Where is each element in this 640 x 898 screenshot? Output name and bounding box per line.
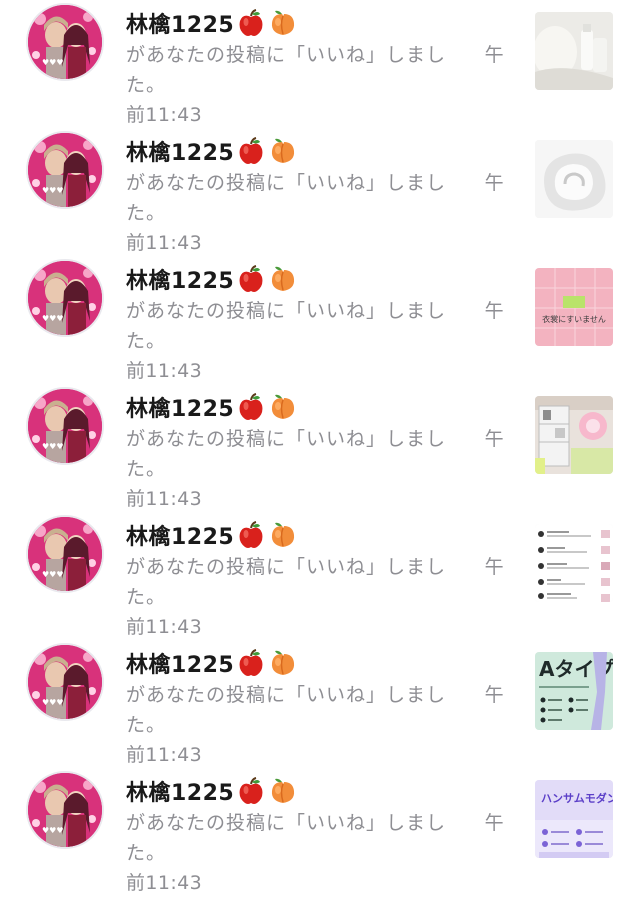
apple-icon (236, 264, 266, 294)
username-line: 林檎1225 (126, 774, 298, 808)
username-link[interactable]: 林檎1225 (126, 391, 234, 423)
svg-text:♥♥♥: ♥♥♥ (42, 570, 64, 579)
post-thumbnail[interactable]: 衣裳にすいません (535, 268, 613, 346)
post-thumbnail[interactable] (535, 140, 613, 218)
action-text: があなたの投稿に「いいね」しました。 (126, 812, 447, 864)
notification-message: 午 があなたの投稿に「いいね」しました。 前11:43 (126, 680, 504, 770)
username-link[interactable]: 林檎1225 (126, 775, 234, 807)
action-text: があなたの投稿に「いいね」しました。 (126, 684, 447, 736)
timestamp-part2: 前11:43 (126, 616, 203, 638)
notification-row[interactable]: ♥♥♥ 林檎1225 午 があなたの投稿に「いいね」しました。 前11:43 (0, 0, 640, 128)
svg-text:♥♥♥: ♥♥♥ (42, 314, 64, 323)
username-line: 林檎1225 (126, 646, 298, 680)
timestamp-part2: 前11:43 (126, 872, 203, 894)
username-line: 林檎1225 (126, 390, 298, 424)
thumbnail-caption: 衣裳にすいません (542, 314, 606, 324)
username-line: 林檎1225 (126, 518, 298, 552)
username-line: 林檎1225 (126, 262, 298, 296)
white-shell-image (535, 140, 613, 218)
timestamp-part1: 午 (484, 556, 504, 578)
timestamp-part1: 午 (484, 172, 504, 194)
username-line: 林檎1225 (126, 134, 298, 168)
notification-row[interactable]: ♥♥♥ 林檎1225 午 があなたの投稿に「いいね」しました。 前11:43 (0, 384, 640, 512)
svg-text:♥♥♥: ♥♥♥ (42, 442, 64, 451)
notification-message: 午 があなたの投稿に「いいね」しました。 前11:43 (126, 40, 504, 130)
notification-row[interactable]: ♥♥♥ 林檎1225 午 があなたの投稿に「いいね」しました。 前11:43 A… (0, 640, 640, 768)
thumbnail-caption: ハンサムモダン (541, 791, 613, 805)
post-thumbnail[interactable] (535, 12, 613, 90)
notification-row[interactable]: ♥♥♥ 林檎1225 午 があなたの投稿に「いいね」しました。 前11:43 (0, 256, 640, 384)
comment-list-image (535, 524, 613, 602)
apple-icon (236, 8, 266, 38)
avatar[interactable]: ♥♥♥ (26, 771, 104, 849)
timestamp-part2: 前11:43 (126, 104, 203, 126)
timestamp-part2: 前11:43 (126, 744, 203, 766)
apple-icon (236, 520, 266, 550)
notification-message: 午 があなたの投稿に「いいね」しました。 前11:43 (126, 552, 504, 642)
username-link[interactable]: 林檎1225 (126, 263, 234, 295)
avatar[interactable]: ♥♥♥ (26, 259, 104, 337)
post-thumbnail[interactable] (535, 396, 613, 474)
avatar[interactable]: ♥♥♥ (26, 131, 104, 209)
action-text: があなたの投稿に「いいね」しました。 (126, 428, 447, 480)
timestamp-part2: 前11:43 (126, 232, 203, 254)
peach-icon (268, 264, 298, 294)
room-shelf-image (535, 396, 613, 474)
notification-message: 午 があなたの投稿に「いいね」しました。 前11:43 (126, 296, 504, 386)
action-text: があなたの投稿に「いいね」しました。 (126, 556, 447, 608)
avatar[interactable]: ♥♥♥ (26, 643, 104, 721)
timestamp-part2: 前11:43 (126, 488, 203, 510)
apple-icon (236, 392, 266, 422)
action-text: があなたの投稿に「いいね」しました。 (126, 44, 447, 96)
notification-message: 午 があなたの投稿に「いいね」しました。 前11:43 (126, 424, 504, 514)
avatar[interactable]: ♥♥♥ (26, 3, 104, 81)
type-a-image: Aタイプ (535, 652, 613, 730)
username-line: 林檎1225 (126, 6, 298, 40)
peach-icon (268, 392, 298, 422)
username-link[interactable]: 林檎1225 (126, 7, 234, 39)
pink-tiles-image: 衣裳にすいません (535, 268, 613, 346)
notification-message: 午 があなたの投稿に「いいね」しました。 前11:43 (126, 808, 504, 898)
timestamp-part1: 午 (484, 428, 504, 450)
peach-icon (268, 648, 298, 678)
peach-icon (268, 8, 298, 38)
timestamp-part1: 午 (484, 300, 504, 322)
apple-icon (236, 136, 266, 166)
username-link[interactable]: 林檎1225 (126, 135, 234, 167)
timestamp-part2: 前11:43 (126, 360, 203, 382)
post-thumbnail[interactable]: Aタイプ (535, 652, 613, 730)
white-bottles-image (535, 12, 613, 90)
timestamp-part1: 午 (484, 812, 504, 834)
notification-message: 午 があなたの投稿に「いいね」しました。 前11:43 (126, 168, 504, 258)
notification-row[interactable]: ♥♥♥ 林檎1225 午 があなたの投稿に「いいね」しました。 前11:43 (0, 128, 640, 256)
post-thumbnail[interactable]: ハンサムモダン (535, 780, 613, 858)
svg-text:♥♥♥: ♥♥♥ (42, 698, 64, 707)
peach-icon (268, 520, 298, 550)
svg-text:♥♥♥: ♥♥♥ (42, 58, 64, 67)
notification-row[interactable]: ♥♥♥ 林檎1225 午 があなたの投稿に「いいね」しました。 前11:43 ハ… (0, 768, 640, 896)
svg-text:♥♥♥: ♥♥♥ (42, 826, 64, 835)
apple-icon (236, 776, 266, 806)
peach-icon (268, 136, 298, 166)
post-thumbnail[interactable] (535, 524, 613, 602)
username-link[interactable]: 林檎1225 (126, 519, 234, 551)
timestamp-part1: 午 (484, 44, 504, 66)
timestamp-part1: 午 (484, 684, 504, 706)
action-text: があなたの投稿に「いいね」しました。 (126, 300, 447, 352)
apple-icon (236, 648, 266, 678)
username-link[interactable]: 林檎1225 (126, 647, 234, 679)
avatar[interactable]: ♥♥♥ (26, 515, 104, 593)
svg-text:♥♥♥: ♥♥♥ (42, 186, 64, 195)
peach-icon (268, 776, 298, 806)
handsome-modern-image: ハンサムモダン (535, 780, 613, 858)
action-text: があなたの投稿に「いいね」しました。 (126, 172, 447, 224)
avatar[interactable]: ♥♥♥ (26, 387, 104, 465)
notification-row[interactable]: ♥♥♥ 林檎1225 午 があなたの投稿に「いいね」しました。 前11:43 (0, 512, 640, 640)
